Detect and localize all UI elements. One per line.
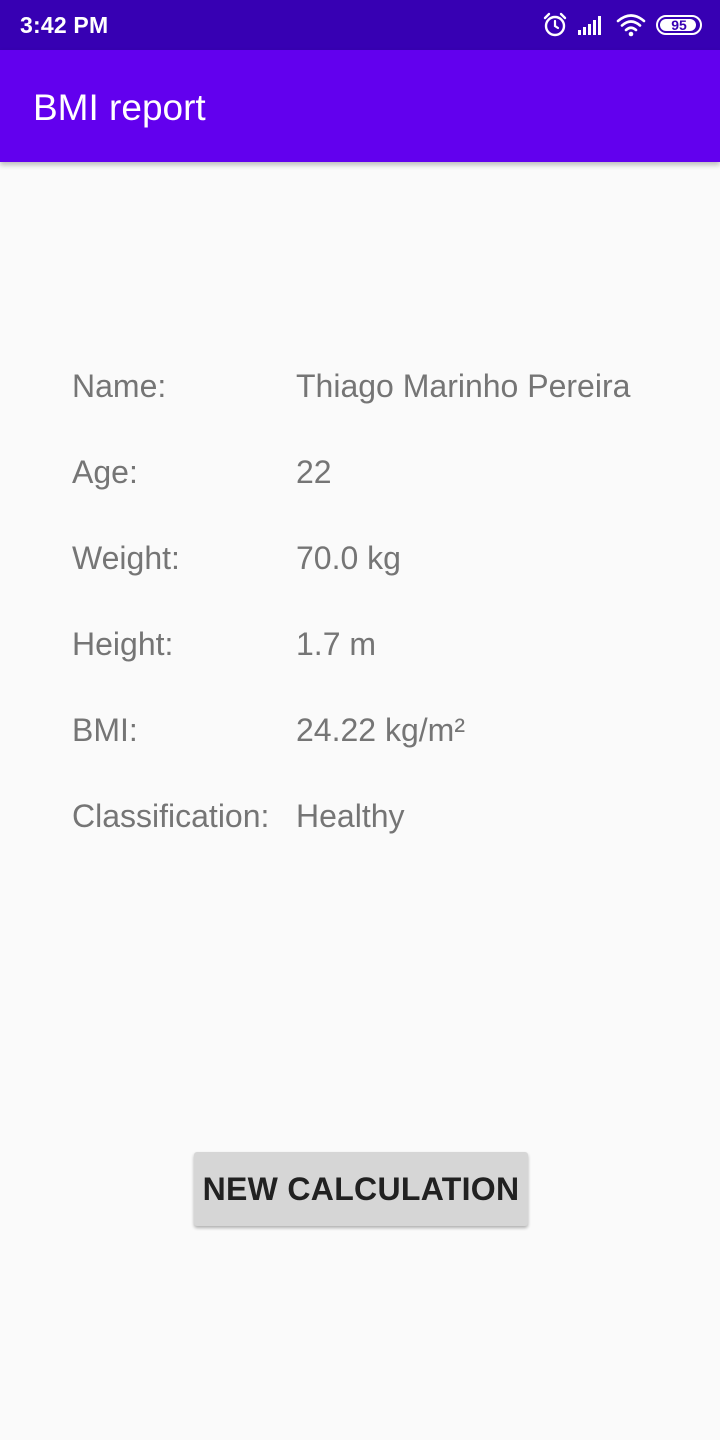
height-value: 1.7 m	[296, 626, 377, 662]
weight-value: 70.0 kg	[296, 540, 401, 576]
wifi-icon	[616, 13, 646, 37]
status-time: 3:42 PM	[20, 12, 109, 38]
height-label: Height:	[72, 626, 174, 662]
report-row-weight: Weight: 70.0 kg	[72, 518, 692, 604]
alarm-icon	[542, 12, 568, 38]
classification-value: Healthy	[296, 798, 405, 834]
classification-label: Classification:	[72, 798, 270, 834]
signal-icon	[578, 14, 606, 36]
bmi-value: 24.22 kg/m²	[296, 712, 465, 748]
battery-level: 95	[671, 17, 687, 33]
age-value: 22	[296, 454, 332, 490]
status-bar: 3:42 PM 95	[0, 0, 720, 50]
status-icons: 95	[542, 11, 702, 39]
report-row-bmi: BMI: 24.22 kg/m²	[72, 690, 692, 776]
app-bar: BMI report	[0, 50, 720, 162]
name-value: Thiago Marinho Pereira	[296, 368, 631, 404]
bmi-label: BMI:	[72, 712, 138, 748]
report-row-age: Age: 22	[72, 432, 692, 518]
new-calculation-button[interactable]: NEW CALCULATION	[194, 1152, 528, 1226]
report-row-classification: Classification: Healthy	[72, 776, 692, 862]
report-row-height: Height: 1.7 m	[72, 604, 692, 690]
page-title: BMI report	[33, 87, 206, 128]
name-label: Name:	[72, 368, 167, 404]
weight-label: Weight:	[72, 540, 180, 576]
age-label: Age:	[72, 454, 138, 490]
battery-icon: 95	[656, 15, 702, 35]
bmi-report: Name: Thiago Marinho Pereira Age: 22 Wei…	[72, 346, 692, 862]
report-row-name: Name: Thiago Marinho Pereira	[72, 346, 692, 432]
